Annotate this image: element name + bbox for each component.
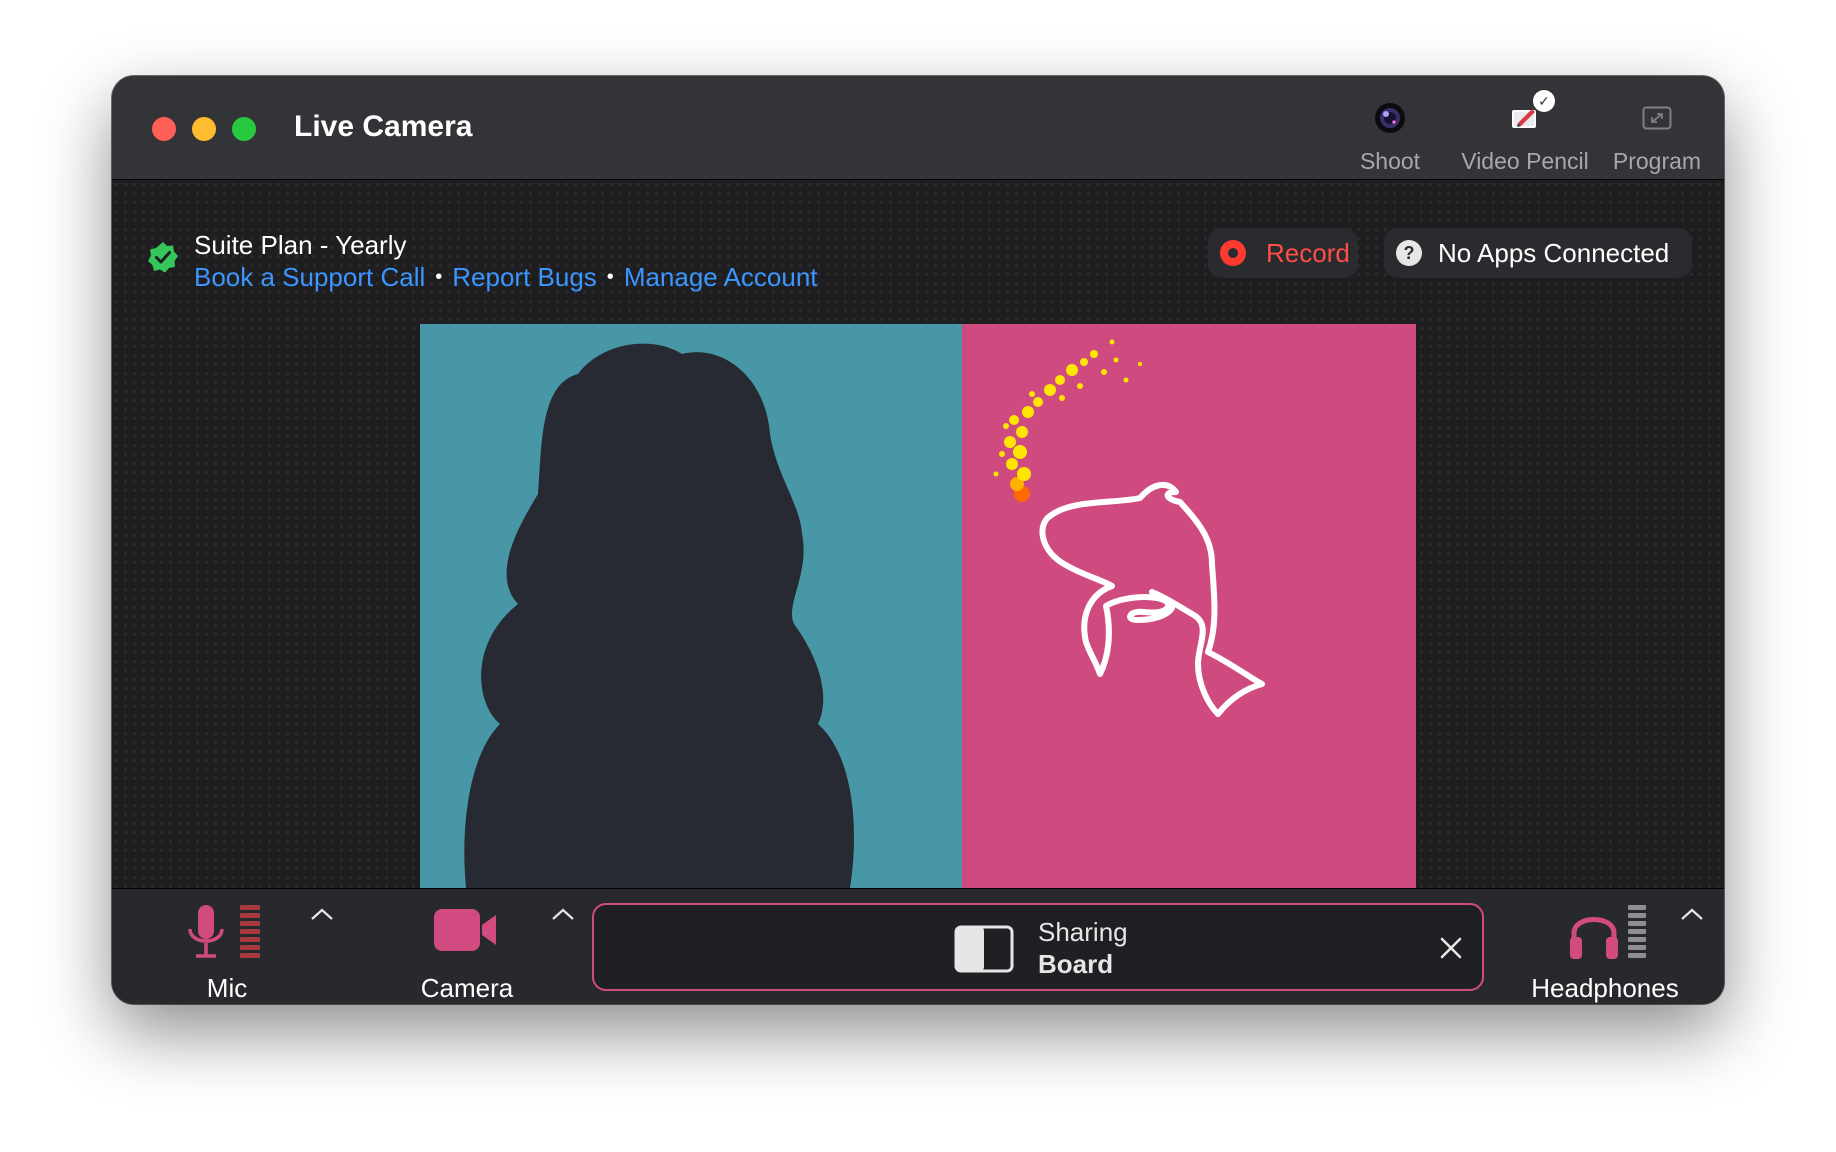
record-button[interactable]: Record <box>1208 228 1358 278</box>
manage-account-link[interactable]: Manage Account <box>624 262 818 292</box>
link-separator: • <box>435 266 443 288</box>
camera-label: Camera <box>420 973 514 1003</box>
close-window-button[interactable] <box>152 117 176 141</box>
camera-options-chevron-icon[interactable] <box>549 905 577 925</box>
zoom-window-button[interactable] <box>232 117 256 141</box>
control-bar: Mic Camera Sharing Board Headphones <box>112 888 1724 1004</box>
video-pencil-label: Video Pencil <box>1461 148 1589 174</box>
record-icon <box>1220 240 1246 266</box>
app-window: Live Camera Shoot ✓ Video Pencil Program… <box>112 76 1724 1004</box>
window-title: Live Camera <box>294 110 473 143</box>
account-links: Book a Support Call • Report Bugs • Manage A… <box>194 262 818 293</box>
close-sharing-icon[interactable] <box>1438 935 1464 961</box>
record-label: Record <box>1266 237 1350 268</box>
title-bar: Live Camera Shoot ✓ Video Pencil Program <box>112 76 1724 180</box>
headphones-icon <box>1570 905 1646 959</box>
board-drawing <box>993 339 1265 717</box>
minimize-window-button[interactable] <box>192 117 216 141</box>
mic-label: Mic <box>206 973 248 1003</box>
link-separator: • <box>606 266 614 288</box>
video-camera-icon <box>434 909 496 951</box>
mic-options-chevron-icon[interactable] <box>308 905 336 925</box>
program-label: Program <box>1612 148 1702 174</box>
person-silhouette <box>464 343 855 888</box>
headphones-options-chevron-icon[interactable] <box>1678 905 1706 925</box>
verified-check-icon <box>148 242 178 273</box>
microphone-icon <box>188 905 260 958</box>
headphones-label: Headphones <box>1531 973 1679 1003</box>
shoot-label: Shoot <box>1359 148 1421 174</box>
shoot-button[interactable]: Shoot <box>1340 98 1440 175</box>
mic-control[interactable]: Mic <box>162 889 292 1004</box>
video-preview <box>420 324 1416 888</box>
headphones-control[interactable]: Headphones <box>1522 889 1688 1004</box>
board-share <box>962 324 1416 888</box>
video-pencil-button[interactable]: ✓ Video Pencil <box>1447 90 1603 175</box>
board-icon <box>954 925 1014 973</box>
camera-feed <box>420 324 962 888</box>
sharing-subtitle: Board <box>1038 949 1114 979</box>
sharing-title: Sharing <box>1038 917 1128 947</box>
sharing-panel[interactable]: Sharing Board <box>592 903 1484 991</box>
video-pencil-icon: ✓ <box>1447 90 1603 138</box>
main-area: Suite Plan - Yearly Book a Support Call •… <box>112 180 1724 888</box>
plan-name: Suite Plan - Yearly <box>194 230 407 260</box>
expand-icon <box>1602 98 1712 138</box>
camera-lens-icon <box>1340 98 1440 138</box>
camera-control[interactable]: Camera <box>402 889 532 1004</box>
checkmark-badge-icon: ✓ <box>1533 90 1555 112</box>
apps-status-label: No Apps Connected <box>1438 237 1670 268</box>
apps-status-button[interactable]: ? No Apps Connected <box>1384 228 1692 278</box>
report-bugs-link[interactable]: Report Bugs <box>452 262 597 292</box>
question-icon: ? <box>1396 240 1422 266</box>
book-support-call-link[interactable]: Book a Support Call <box>194 262 425 292</box>
program-button[interactable]: Program <box>1602 98 1712 175</box>
